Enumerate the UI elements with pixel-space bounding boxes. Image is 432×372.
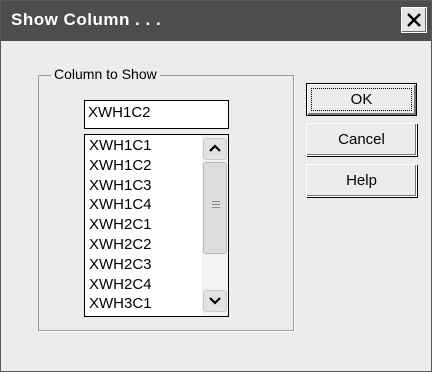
grip-line xyxy=(212,207,220,208)
column-list: XWH1C1 XWH1C2 XWH1C3 XWH1C4 XWH2C1 XWH2C2 XWH2… xyxy=(89,136,201,314)
list-item[interactable]: XWH2C1 xyxy=(89,215,201,235)
list-item[interactable]: XWH3C1 xyxy=(89,294,201,314)
list-item[interactable]: XWH1C4 xyxy=(89,195,201,215)
list-item[interactable]: XWH1C3 xyxy=(89,176,201,196)
column-listbox[interactable]: XWH1C1 XWH1C2 XWH1C3 XWH1C4 XWH2C1 XWH2C2 XWH2… xyxy=(84,134,229,317)
group-label: Column to Show xyxy=(51,66,160,82)
window-title: Show Column . . . xyxy=(11,10,162,29)
list-item[interactable]: XWH1C2 xyxy=(89,156,201,176)
column-input[interactable]: XWH1C2 xyxy=(84,100,229,129)
show-column-dialog: Show Column . . . Column to Show XWH1C2 … xyxy=(0,0,432,372)
list-item[interactable]: XWH2C4 xyxy=(89,275,201,295)
ok-label: OK xyxy=(350,91,373,108)
chevron-up-icon xyxy=(209,144,221,152)
scroll-thumb[interactable] xyxy=(203,162,227,254)
grip-line xyxy=(212,201,220,202)
list-item[interactable]: XWH2C3 xyxy=(89,255,201,275)
help-button[interactable]: Help xyxy=(306,164,417,197)
list-item[interactable]: XWH1C1 xyxy=(89,136,201,156)
list-item[interactable]: XWH2C2 xyxy=(89,235,201,255)
chevron-down-icon xyxy=(209,297,221,305)
scroll-down-button[interactable] xyxy=(203,290,227,312)
vertical-scrollbar[interactable] xyxy=(202,135,228,316)
close-button[interactable] xyxy=(401,7,427,33)
grip-line xyxy=(212,204,220,205)
title-bar[interactable]: Show Column . . . xyxy=(1,1,431,41)
scroll-up-button[interactable] xyxy=(203,138,227,160)
close-icon xyxy=(407,13,421,27)
cancel-button[interactable]: Cancel xyxy=(306,123,417,156)
ok-button[interactable]: OK xyxy=(306,83,417,116)
